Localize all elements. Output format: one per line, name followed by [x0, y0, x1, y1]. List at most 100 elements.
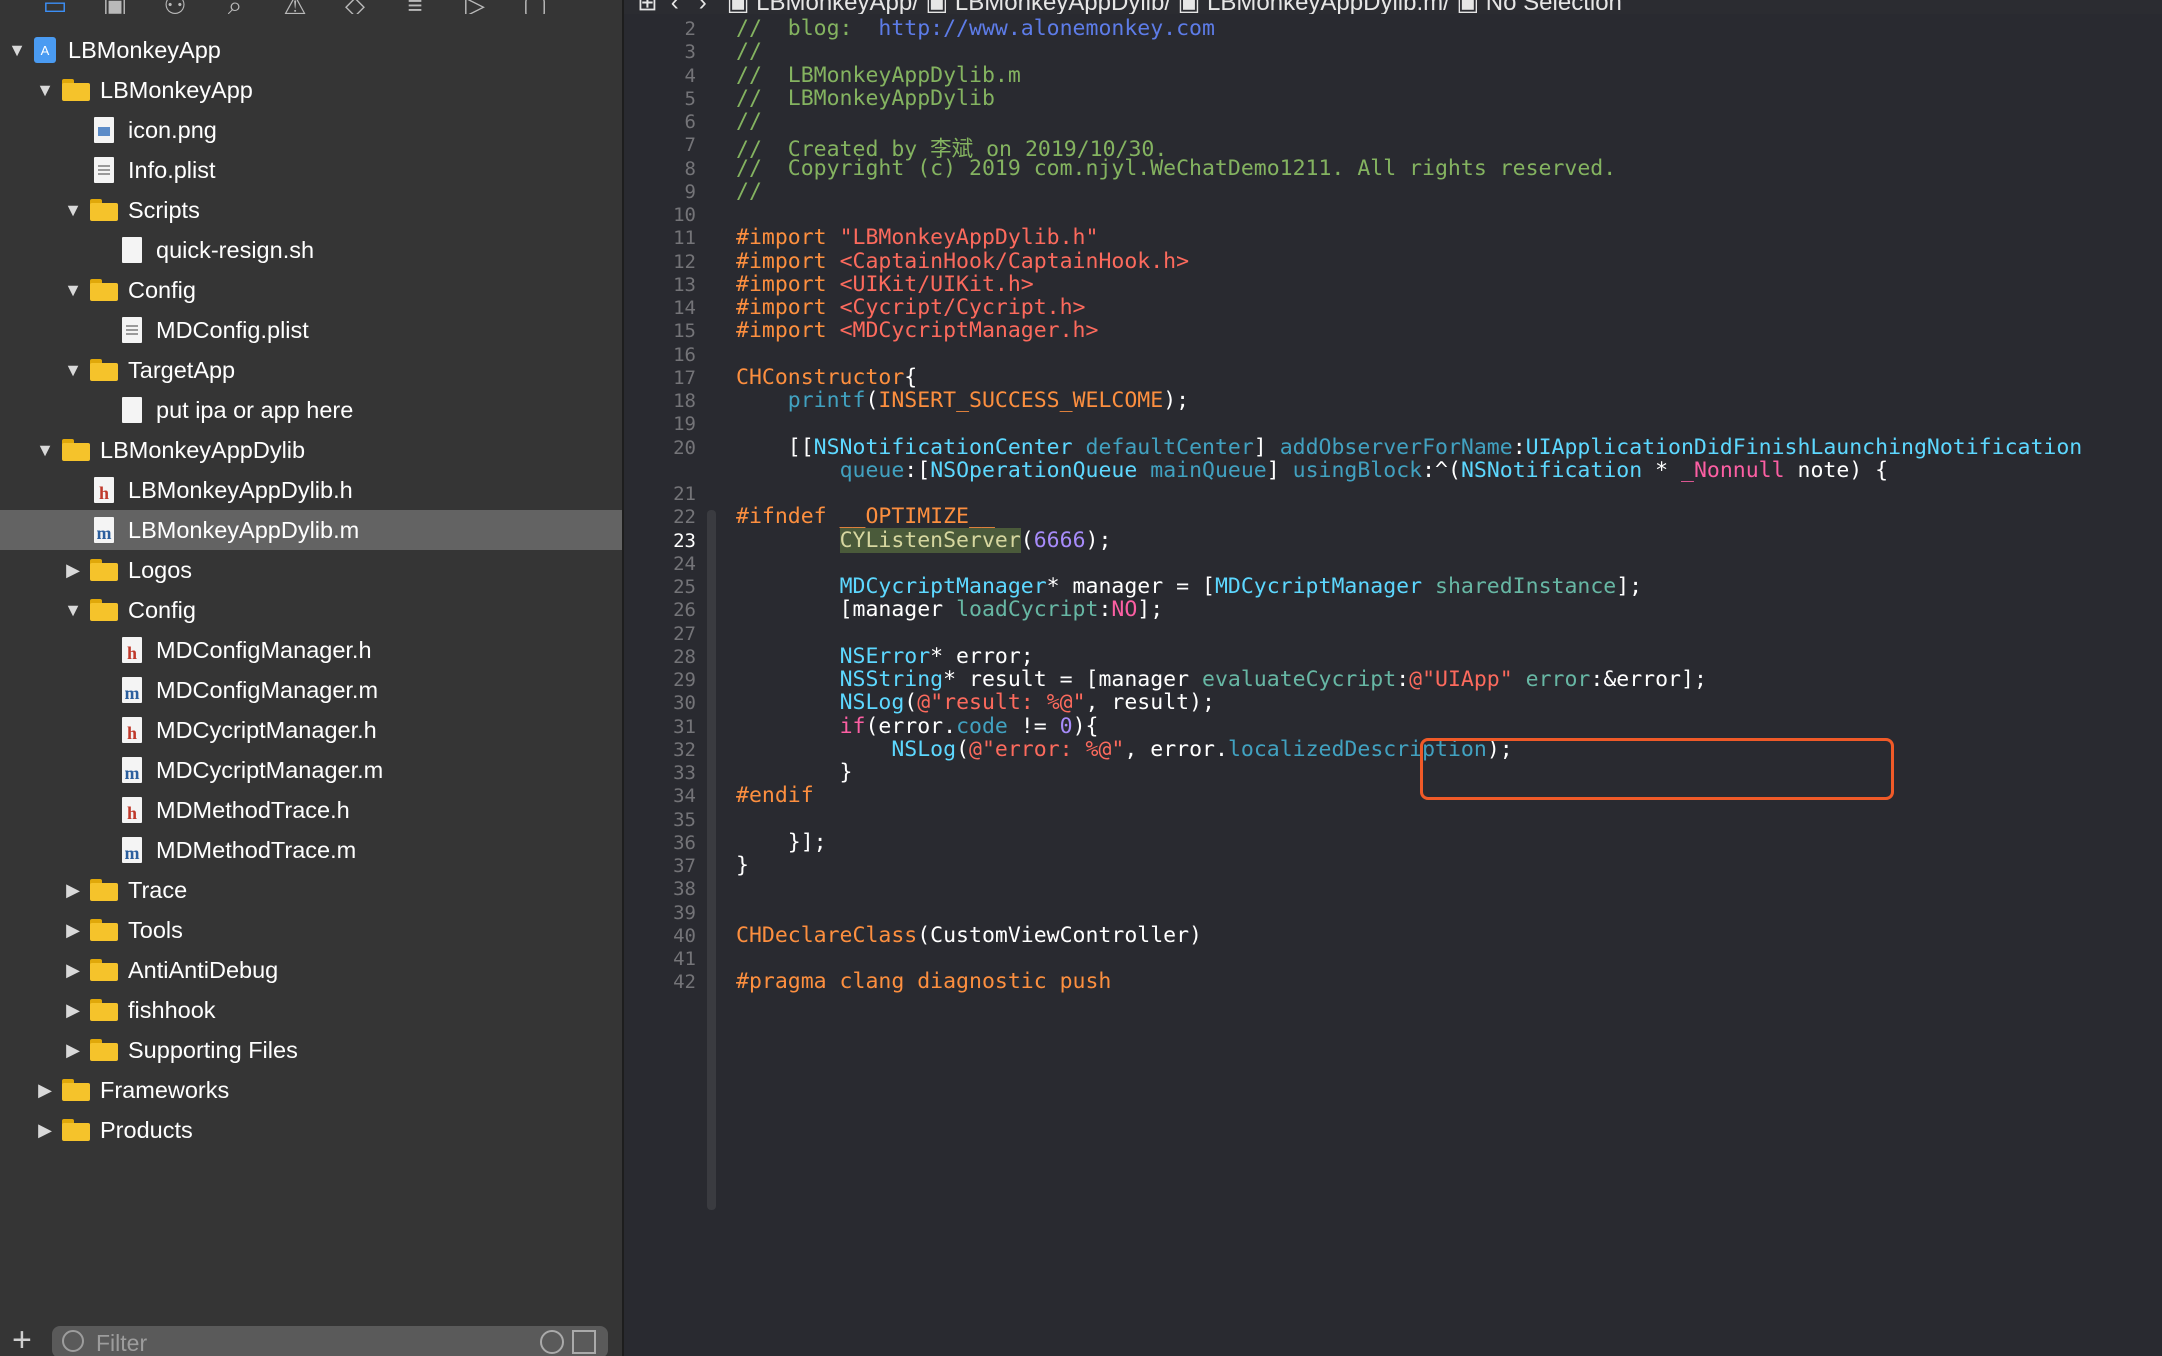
tree-group[interactable]: ▼ TargetApp: [0, 350, 622, 390]
disclosure-expanded-icon[interactable]: ▼: [34, 439, 56, 461]
code-line[interactable]: #import <MDCycriptManager.h>: [736, 318, 1098, 343]
disclosure-collapsed-icon[interactable]: ▶: [62, 999, 84, 1021]
related-items-icon[interactable]: ⊞ ‹ ›: [624, 0, 727, 14]
tree-group[interactable]: ▶ Tools: [0, 910, 622, 950]
tree-group[interactable]: ▼ Config: [0, 270, 622, 310]
tree-file[interactable]: m MDCycriptManager.m: [0, 750, 622, 790]
tree-file[interactable]: m MDMethodTrace.m: [0, 830, 622, 870]
code-folding-ribbon[interactable]: [707, 510, 716, 1210]
code-line[interactable]: printf(INSERT_SUCCESS_WELCOME);: [736, 388, 1189, 413]
disclosure-collapsed-icon[interactable]: ▶: [62, 959, 84, 981]
hierarchy-icon[interactable]: ⚇: [160, 0, 190, 14]
disclosure-expanded-icon[interactable]: ▼: [62, 199, 84, 221]
code-line[interactable]: if(error.code != 0){: [736, 714, 1099, 739]
code-line[interactable]: queue:[NSOperationQueue mainQueue] using…: [736, 458, 1889, 483]
tree-file[interactable]: h MDConfigManager.h: [0, 630, 622, 670]
test-icon[interactable]: ◇: [340, 0, 370, 14]
tree-file[interactable]: m MDConfigManager.m: [0, 670, 622, 710]
code-line[interactable]: [[NSNotificationCenter defaultCenter] ad…: [736, 435, 2082, 460]
disclosure-expanded-icon[interactable]: ▼: [6, 39, 28, 61]
add-button[interactable]: +: [12, 1322, 32, 1356]
tree-file[interactable]: h LBMonkeyAppDylib.h: [0, 470, 622, 510]
tree-group[interactable]: ▶ Products: [0, 1110, 622, 1150]
tree-group[interactable]: ▶ Logos: [0, 550, 622, 590]
code-line[interactable]: // LBMonkeyAppDylib: [736, 86, 995, 111]
code-line[interactable]: #endif: [736, 783, 814, 808]
disclosure-expanded-icon[interactable]: ▼: [62, 599, 84, 621]
tree-file[interactable]: m LBMonkeyAppDylib.m: [0, 510, 622, 550]
code-line[interactable]: #import "LBMonkeyAppDylib.h": [736, 225, 1098, 250]
code-line[interactable]: NSError* error;: [736, 644, 1034, 669]
tree-item-label: LBMonkeyApp: [100, 77, 253, 103]
code-line[interactable]: // LBMonkeyAppDylib.m: [736, 63, 1021, 88]
debug-icon[interactable]: ≡: [400, 0, 430, 14]
tree-group[interactable]: ▼ LBMonkeyAppDylib: [0, 430, 622, 470]
code-line[interactable]: //: [736, 109, 762, 134]
warning-icon[interactable]: ⚠: [280, 0, 310, 14]
code-line[interactable]: //: [736, 179, 762, 204]
tree-group[interactable]: ▼ Config: [0, 590, 622, 630]
code-line[interactable]: #ifndef __OPTIMIZE__: [736, 504, 995, 529]
tree-file[interactable]: MDConfig.plist: [0, 310, 622, 350]
code-token: , result);: [1085, 690, 1215, 716]
code-line[interactable]: #pragma clang diagnostic push: [736, 969, 1111, 994]
source-control-icon[interactable]: ▣: [100, 0, 130, 14]
code-line[interactable]: //: [736, 39, 762, 64]
disclosure-expanded-icon[interactable]: ▼: [34, 79, 56, 101]
jumpbar-segment[interactable]: / ▣ LBMonkeyAppDylib.m: [1164, 0, 1443, 14]
code-token: http://www.alonemonkey.com: [878, 16, 1215, 41]
code-line[interactable]: }: [736, 853, 749, 878]
disclosure-collapsed-icon[interactable]: ▶: [62, 879, 84, 901]
disclosure-collapsed-icon[interactable]: ▶: [62, 1039, 84, 1061]
tree-file[interactable]: icon.png: [0, 110, 622, 150]
tree-group[interactable]: ▼ Scripts: [0, 190, 622, 230]
code-line[interactable]: NSLog(@"result: %@", result);: [736, 690, 1215, 715]
jumpbar-segment[interactable]: / ▣ No Selection: [1443, 0, 1622, 14]
code-line[interactable]: #import <CaptainHook/CaptainHook.h>: [736, 249, 1189, 274]
disclosure-collapsed-icon[interactable]: ▶: [34, 1079, 56, 1101]
jumpbar-segment[interactable]: / ▣ LBMonkeyAppDylib: [912, 0, 1164, 14]
disclosure-expanded-icon[interactable]: ▼: [62, 359, 84, 381]
search-icon[interactable]: ⌕: [220, 0, 250, 14]
tree-group[interactable]: ▶ Trace: [0, 870, 622, 910]
code-line[interactable]: #import <Cycript/Cycript.h>: [736, 295, 1086, 320]
recent-files-icon[interactable]: [540, 1330, 564, 1354]
source-control-filter-icon[interactable]: [572, 1330, 596, 1354]
code-line[interactable]: NSString* result = [manager evaluateCycr…: [736, 667, 1707, 692]
disclosure-collapsed-icon[interactable]: ▶: [62, 559, 84, 581]
code-line[interactable]: // Copyright (c) 2019 com.njyl.WeChatDem…: [736, 156, 1616, 181]
tree-group[interactable]: ▶ Supporting Files: [0, 1030, 622, 1070]
code-line[interactable]: }];: [736, 830, 827, 855]
jumpbar-segment[interactable]: ▣ LBMonkeyApp: [727, 0, 912, 14]
tree-group[interactable]: ▼ A LBMonkeyApp: [0, 30, 622, 70]
code-line[interactable]: MDCycriptManager* manager = [MDCycriptMa…: [736, 574, 1643, 599]
tree-file[interactable]: put ipa or app here: [0, 390, 622, 430]
filter-field[interactable]: Filter: [52, 1326, 608, 1356]
tree-group[interactable]: ▶ Frameworks: [0, 1070, 622, 1110]
disclosure-expanded-icon[interactable]: ▼: [62, 279, 84, 301]
disclosure-collapsed-icon[interactable]: ▶: [62, 919, 84, 941]
tree-file[interactable]: h MDMethodTrace.h: [0, 790, 622, 830]
code-line[interactable]: #import <UIKit/UIKit.h>: [736, 272, 1034, 297]
code-line[interactable]: NSLog(@"error: %@", error.localizedDescr…: [736, 737, 1512, 762]
code-line[interactable]: CHDeclareClass(CustomViewController): [736, 923, 1202, 948]
source-editor[interactable]: 2 3 4 5 6 7 8 9 10 11 12 13 14 15 16 17 18 19 20 21 22 23 24 25…: [624, 14, 2162, 1356]
report-icon[interactable]: ▢: [520, 0, 550, 14]
code-line[interactable]: CHConstructor{: [736, 365, 917, 390]
code-line[interactable]: }: [736, 760, 853, 785]
tree-file[interactable]: h MDCycriptManager.h: [0, 710, 622, 750]
tree-group[interactable]: ▼ LBMonkeyApp: [0, 70, 622, 110]
code-line[interactable]: [manager loadCycript:NO];: [736, 597, 1164, 622]
disclosure-collapsed-icon[interactable]: ▶: [34, 1119, 56, 1141]
tree-file[interactable]: Info.plist: [0, 150, 622, 190]
tree-group[interactable]: ▶ fishhook: [0, 990, 622, 1030]
code-token: @"UIApp": [1409, 667, 1513, 692]
code-line[interactable]: // blog: http://www.alonemonkey.com: [736, 16, 1215, 41]
breakpoint-icon[interactable]: ▷: [460, 0, 490, 14]
code-line[interactable]: CYListenServer(6666);: [736, 527, 1111, 553]
tree-group[interactable]: ▶ AntiAntiDebug: [0, 950, 622, 990]
tree-item-label: Config: [128, 277, 196, 303]
folder-icon[interactable]: ▭: [40, 0, 70, 14]
tree-file[interactable]: quick-resign.sh: [0, 230, 622, 270]
